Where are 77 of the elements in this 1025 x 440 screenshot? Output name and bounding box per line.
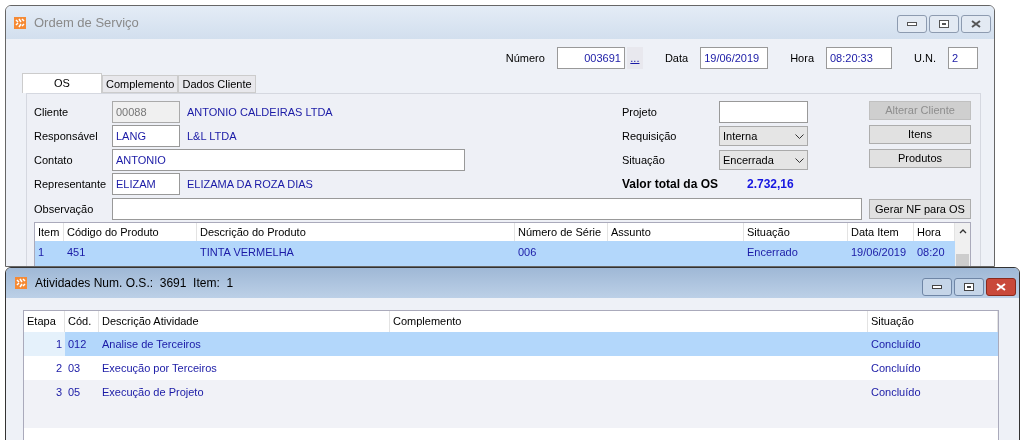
dropdown[interactable]: Interna <box>719 126 808 146</box>
field-label: Hora <box>790 50 814 66</box>
table-cell-text: 3 <box>55 384 62 400</box>
table-cell-text: 03 <box>68 360 81 376</box>
table-cell-text: Concluído <box>871 384 921 400</box>
description-text: L&L LTDA <box>187 128 237 144</box>
field-label: Representante <box>34 176 108 192</box>
input-field[interactable]: ANTONIO <box>112 149 465 171</box>
total-value: 2.732,16 <box>747 176 794 193</box>
field-label: Contato <box>34 152 74 168</box>
table-cell: 006 <box>518 246 537 258</box>
tab[interactable]: Complemento <box>102 75 179 93</box>
maximize-icon <box>964 283 974 291</box>
table-cell: 451 <box>67 246 86 258</box>
input-field[interactable] <box>112 198 862 220</box>
field-label: Número <box>505 50 545 66</box>
generate-nf-button[interactable]: Gerar NF para OS <box>869 199 971 219</box>
input-field[interactable]: ELIZAM <box>112 173 180 195</box>
table-cell-text: 1 <box>55 336 62 352</box>
table-cell-text: 012 <box>68 336 87 352</box>
close-icon <box>971 20 981 28</box>
table-cell-text: Analise de Terceiros <box>102 336 201 352</box>
close-button[interactable] <box>961 15 991 33</box>
table-cell: Encerrado <box>747 246 798 258</box>
field-label: Situação <box>622 152 666 168</box>
table-cell: 19/06/2019 <box>851 246 907 258</box>
description-text: ELIZAMA DA ROZA DIAS <box>187 176 313 192</box>
scroll-up-icon <box>958 229 967 234</box>
table-cell-text: Execução por Terceiros <box>102 360 217 376</box>
window-title: Atividades Num. O.S.: 3691 Item: 1 <box>35 275 234 292</box>
maximize-icon <box>939 20 949 28</box>
table-row[interactable]: 1 012 Analise de Terceiros Concluído <box>24 332 998 356</box>
input-field[interactable]: 003691 <box>556 47 625 69</box>
table-cell: TINTA VERMELHA <box>200 246 294 258</box>
dropdown[interactable]: Encerrada <box>719 150 808 170</box>
maximize-button[interactable] <box>954 278 984 296</box>
minimize-icon <box>932 285 942 289</box>
table-row[interactable]: 1 451 TINTA VERMELHA 006 Encerrado 19/06/2019 08:20 <box>35 241 955 266</box>
maximize-button[interactable] <box>929 15 959 33</box>
close-button[interactable] <box>986 278 1016 296</box>
minimize-icon <box>907 22 917 26</box>
window-title: Ordem de Serviço <box>34 13 139 32</box>
input-field[interactable]: 2 <box>948 47 978 69</box>
minimize-button[interactable] <box>897 15 927 33</box>
button[interactable]: Produtos <box>869 149 971 168</box>
field-label: Data <box>664 50 689 66</box>
close-icon <box>996 283 1006 291</box>
input-field[interactable]: LANG <box>112 125 180 147</box>
chevron-down-icon <box>795 133 804 139</box>
input-field[interactable]: 08:20:33 <box>826 47 892 69</box>
total-label: Valor total da OS <box>622 176 720 193</box>
table-cell-text: Concluído <box>871 360 921 376</box>
description-text: ANTONIO CALDEIRAS LTDA <box>187 104 333 120</box>
table-cell-text: 2 <box>55 360 62 376</box>
input-field[interactable]: 19/06/2019 <box>700 47 769 69</box>
field-label: Projeto <box>622 104 658 120</box>
table-cell-text: Execução de Projeto <box>102 384 204 400</box>
scrollbar[interactable] <box>955 223 970 266</box>
app-icon <box>15 277 27 289</box>
tab[interactable]: Dados Cliente <box>178 75 256 93</box>
button[interactable]: Itens <box>869 125 971 144</box>
table-cell-text: 05 <box>68 384 81 400</box>
tab[interactable]: OS <box>22 73 102 93</box>
input-field[interactable] <box>719 101 808 123</box>
chevron-down-icon <box>795 157 804 163</box>
table-cell-text: Concluído <box>871 336 921 352</box>
minimize-button[interactable] <box>922 278 952 296</box>
table-row[interactable]: 3 05 Execução de Projeto Concluído <box>24 380 998 404</box>
field-label: Responsável <box>34 128 99 144</box>
lookup-link[interactable]: ... <box>626 47 643 69</box>
field-label: Observação <box>34 201 95 217</box>
table-cell: 1 <box>38 246 45 258</box>
field-label: Requisição <box>622 128 678 144</box>
field-label: Cliente <box>34 104 70 120</box>
field-label: U.N. <box>914 50 936 66</box>
table-cell: 08:20 <box>917 246 945 258</box>
app-icon <box>14 16 26 29</box>
